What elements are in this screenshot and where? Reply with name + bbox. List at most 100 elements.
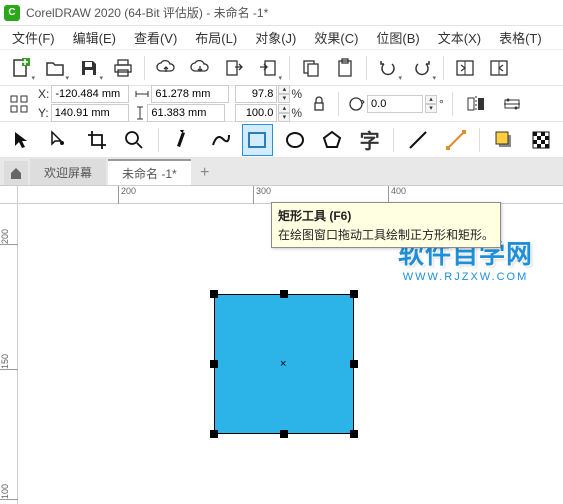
shape-tool[interactable] <box>43 124 74 156</box>
cloud-down-button[interactable] <box>185 53 215 83</box>
rotation-input[interactable] <box>367 95 423 113</box>
canvas-area: 200 300 400 200 150 100 软件自学网 WWW.RJZXW.… <box>0 186 563 504</box>
text-tool[interactable]: 字 <box>354 124 385 156</box>
chevron-down-icon: ▾ <box>99 74 103 82</box>
x-input[interactable] <box>51 85 129 103</box>
ruler-tick: 150 <box>0 354 18 370</box>
home-tab-icon[interactable] <box>4 161 28 185</box>
ellipse-tool[interactable] <box>279 124 310 156</box>
paste-button[interactable] <box>330 53 360 83</box>
degree-label: ° <box>439 97 444 111</box>
redo-button[interactable]: ▾ <box>407 53 437 83</box>
ruler-vertical[interactable]: 200 150 100 <box>0 204 18 504</box>
mirror-h-button[interactable] <box>461 89 491 119</box>
selection-handle[interactable] <box>210 430 218 438</box>
property-bar: X: Y: ▴▾ % <box>0 86 563 122</box>
rotation-icon <box>347 95 365 113</box>
menu-object[interactable]: 对象(J) <box>247 26 304 49</box>
print-button[interactable] <box>108 53 138 83</box>
align-button[interactable] <box>450 53 480 83</box>
tooltip-title: 矩形工具 (F6) <box>278 207 494 224</box>
percent-label: % <box>291 106 302 120</box>
artistic-media-tool[interactable] <box>204 124 235 156</box>
separator <box>158 128 159 152</box>
position-group: X: Y: <box>38 85 129 122</box>
menu-view[interactable]: 查看(V) <box>126 26 185 49</box>
selection-handle[interactable] <box>210 360 218 368</box>
selection-handle[interactable] <box>350 430 358 438</box>
ruler-tick: 300 <box>253 186 271 204</box>
scale-y-input[interactable] <box>235 104 277 122</box>
ruler-tick: 200 <box>118 186 136 204</box>
mirror-v-button[interactable] <box>497 89 527 119</box>
titlebar: C CorelDRAW 2020 (64-Bit 评估版) - 未命名 -1* <box>0 0 563 26</box>
selection-handle[interactable] <box>350 360 358 368</box>
freehand-tool[interactable] <box>167 124 198 156</box>
y-input[interactable] <box>51 104 129 122</box>
menu-table[interactable]: 表格(T) <box>491 26 550 49</box>
app-icon: C <box>4 5 20 21</box>
polygon-tool[interactable] <box>316 124 347 156</box>
height-input[interactable] <box>147 104 225 122</box>
tab-welcome[interactable]: 欢迎屏幕 <box>30 159 106 185</box>
pick-tool[interactable] <box>6 124 37 156</box>
save-button[interactable]: ▾ <box>74 53 104 83</box>
menubar: 文件(F) 编辑(E) 查看(V) 布局(L) 对象(J) 效果(C) 位图(B… <box>0 26 563 50</box>
selection-handle[interactable] <box>280 430 288 438</box>
drawing-page[interactable]: 软件自学网 WWW.RJZXW.COM 矩形工具 (F6) 在绘图窗口拖动工具绘… <box>18 204 563 504</box>
zoom-tool[interactable] <box>118 124 149 156</box>
chevron-down-icon: ▾ <box>65 74 69 82</box>
menu-edit[interactable]: 编辑(E) <box>65 26 124 49</box>
cloud-up-button[interactable] <box>151 53 181 83</box>
x-label: X: <box>38 87 49 101</box>
chevron-down-icon: ▾ <box>31 74 35 82</box>
selection-center[interactable]: × <box>280 358 286 370</box>
separator <box>144 56 145 80</box>
distribute-button[interactable] <box>484 53 514 83</box>
chevron-down-icon: ▾ <box>278 74 282 82</box>
tab-document[interactable]: 未命名 -1* <box>108 159 191 185</box>
y-label: Y: <box>38 106 49 120</box>
window-title: CorelDRAW 2020 (64-Bit 评估版) - 未命名 -1* <box>26 4 268 21</box>
spinner[interactable]: ▴▾ <box>425 95 437 113</box>
copy-button[interactable] <box>296 53 326 83</box>
export-button[interactable] <box>219 53 249 83</box>
crop-tool[interactable] <box>81 124 112 156</box>
separator <box>443 56 444 80</box>
menu-file[interactable]: 文件(F) <box>4 26 63 49</box>
spinner[interactable]: ▴▾ <box>278 104 290 122</box>
new-button[interactable]: ▾ <box>6 53 36 83</box>
separator <box>452 92 453 116</box>
width-input[interactable] <box>151 85 229 103</box>
selection-handle[interactable] <box>210 290 218 298</box>
spinner[interactable]: ▴▾ <box>278 85 290 103</box>
menu-bitmap[interactable]: 位图(B) <box>368 26 427 49</box>
scale-x-input[interactable] <box>235 85 277 103</box>
tooltip-body: 在绘图窗口拖动工具绘制正方形和矩形。 <box>278 226 494 243</box>
separator <box>366 56 367 80</box>
line-tool[interactable] <box>402 124 433 156</box>
separator <box>338 92 339 116</box>
rotation-group: ▴▾ ° <box>347 95 444 113</box>
object-origin-button[interactable] <box>6 89 32 119</box>
chevron-down-icon: ▾ <box>432 74 436 82</box>
ruler-tick: 200 <box>0 229 18 245</box>
add-tab-button[interactable]: + <box>193 161 217 185</box>
drop-shadow-tool[interactable] <box>488 124 519 156</box>
watermark-url: WWW.RJZXW.COM <box>398 271 533 283</box>
menu-layout[interactable]: 布局(L) <box>187 26 245 49</box>
tooltip: 矩形工具 (F6) 在绘图窗口拖动工具绘制正方形和矩形。 <box>271 202 501 248</box>
selection-handle[interactable] <box>350 290 358 298</box>
import-button[interactable]: ▾ <box>253 53 283 83</box>
menu-effect[interactable]: 效果(C) <box>306 26 366 49</box>
open-button[interactable]: ▾ <box>40 53 70 83</box>
percent-label: % <box>291 87 302 101</box>
main-toolbar: ▾ ▾ ▾ ▾ ▾ ▾ <box>0 50 563 86</box>
selection-handle[interactable] <box>280 290 288 298</box>
transparency-tool[interactable] <box>526 124 557 156</box>
menu-text[interactable]: 文本(X) <box>430 26 489 49</box>
connector-tool[interactable] <box>440 124 471 156</box>
rectangle-tool[interactable] <box>242 124 273 156</box>
lock-ratio-button[interactable] <box>308 89 330 119</box>
undo-button[interactable]: ▾ <box>373 53 403 83</box>
